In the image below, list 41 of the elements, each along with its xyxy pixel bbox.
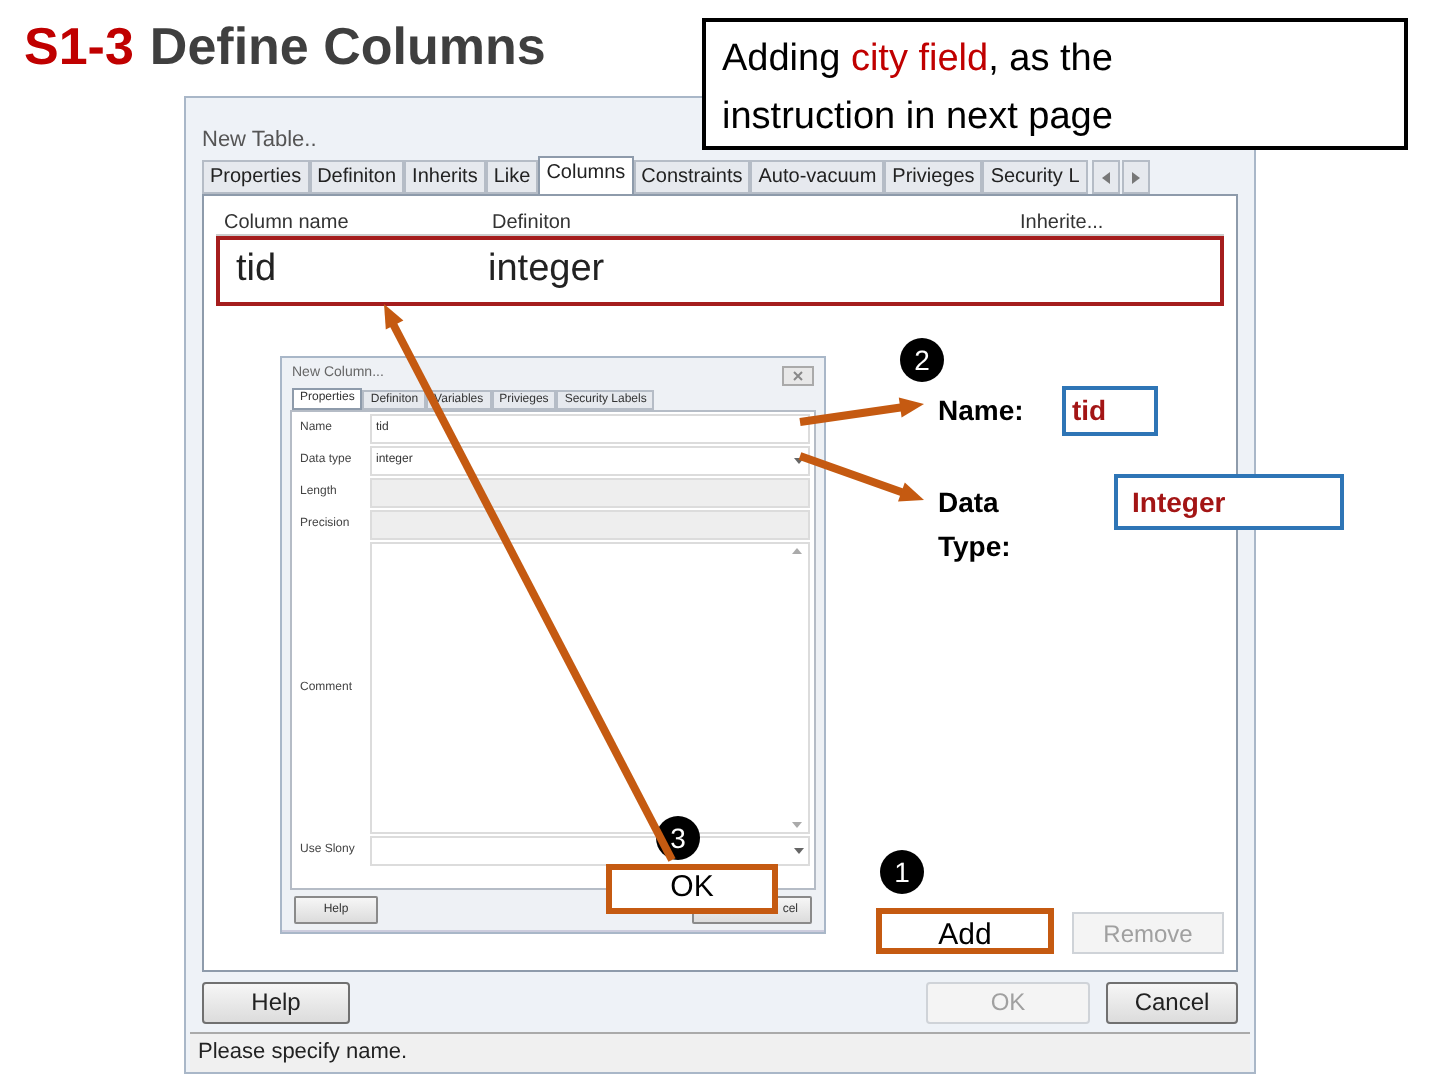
column-header: Definiton xyxy=(490,210,573,234)
status-text: Please specify name. xyxy=(198,1038,408,1069)
tab[interactable]: Like xyxy=(485,160,539,194)
dialog-button[interactable]: Cancel xyxy=(1106,981,1238,1023)
name-value: tid xyxy=(1062,386,1158,436)
table-cell-text: tid xyxy=(234,246,279,295)
close-icon xyxy=(792,369,804,381)
table-cell-text: integer xyxy=(488,246,607,295)
name-label: Name: xyxy=(938,392,1024,430)
tab[interactable]: Security L xyxy=(982,160,1088,194)
ok-button[interactable]: OK xyxy=(606,864,778,914)
slide-title: Define Columns xyxy=(149,14,546,80)
column-header: Column name xyxy=(222,210,351,234)
tab[interactable]: Columns xyxy=(538,156,634,194)
arrow xyxy=(798,452,924,502)
triangle-icon xyxy=(1099,169,1112,185)
tab[interactable]: Auto-vacuum xyxy=(750,160,885,194)
dropdown-arrow-icon[interactable] xyxy=(794,458,804,464)
close-button[interactable] xyxy=(782,365,814,385)
triangle-icon xyxy=(1129,169,1142,185)
tab[interactable]: Properties xyxy=(202,160,310,194)
arrow xyxy=(799,397,924,426)
slide-number: S1-3 xyxy=(24,14,134,80)
scrollbar[interactable] xyxy=(788,544,804,832)
tab[interactable]: Definiton xyxy=(309,160,405,194)
tab[interactable]: Constraints xyxy=(633,160,751,194)
window-title: New Table.. xyxy=(202,128,317,152)
tab[interactable]: Privieges xyxy=(884,160,983,194)
dropdown-arrow-icon[interactable] xyxy=(794,848,804,854)
table-row[interactable]: tid integer xyxy=(216,236,1224,306)
scroll-down-icon[interactable] xyxy=(791,822,801,828)
add-remove-button[interactable]: Add xyxy=(876,908,1054,954)
column-header: Inherite... xyxy=(1018,210,1106,234)
data-type-value: Integer xyxy=(1114,474,1344,530)
tab[interactable]: Inherits xyxy=(404,160,486,194)
data-type-label: Data Type: xyxy=(938,484,1013,566)
scroll-up-icon[interactable] xyxy=(791,548,801,554)
tab-scroll-button[interactable] xyxy=(1091,160,1120,194)
dialog-button[interactable]: Help xyxy=(202,981,350,1023)
tab-scroll-button[interactable] xyxy=(1121,160,1150,194)
instruction-callout: Adding city field, as the instruction in next page xyxy=(702,18,1408,150)
